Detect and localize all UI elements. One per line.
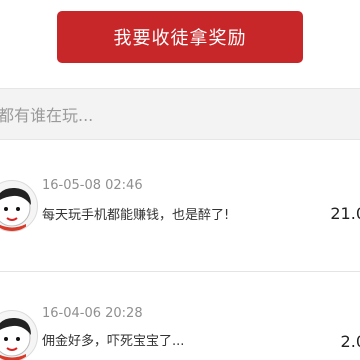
message-text: 佣金好多，吓死宝宝了... xyxy=(42,334,185,349)
timestamp: 16-05-08 02:46 xyxy=(42,178,143,193)
section-title: 都有谁在玩... xyxy=(0,106,94,125)
page: 我要收徒拿奖励 都有谁在玩... 16-05-08 02:46 每天玩手机都能赚… xyxy=(0,0,360,360)
avatar xyxy=(0,310,38,360)
avatar xyxy=(0,180,38,232)
claim-reward-button[interactable]: 我要收徒拿奖励 xyxy=(57,11,303,63)
list-item[interactable]: 16-04-06 20:28 佣金好多，吓死宝宝了... 2.0 xyxy=(0,272,360,360)
timestamp: 16-04-06 20:28 xyxy=(42,306,143,321)
top-area: 我要收徒拿奖励 xyxy=(0,0,360,88)
claim-reward-button-label: 我要收徒拿奖励 xyxy=(113,28,247,49)
message-text: 每天玩手机都能赚钱，也是醉了! xyxy=(42,208,230,223)
section-header: 都有谁在玩... xyxy=(0,88,360,140)
amount: 2.0 xyxy=(340,332,360,351)
amount: 21.0 xyxy=(330,204,360,223)
list-item[interactable]: 16-05-08 02:46 每天玩手机都能赚钱，也是醉了! 21.0 xyxy=(0,140,360,272)
cartoon-avatar-icon xyxy=(0,187,31,231)
cartoon-avatar-icon xyxy=(0,317,31,360)
